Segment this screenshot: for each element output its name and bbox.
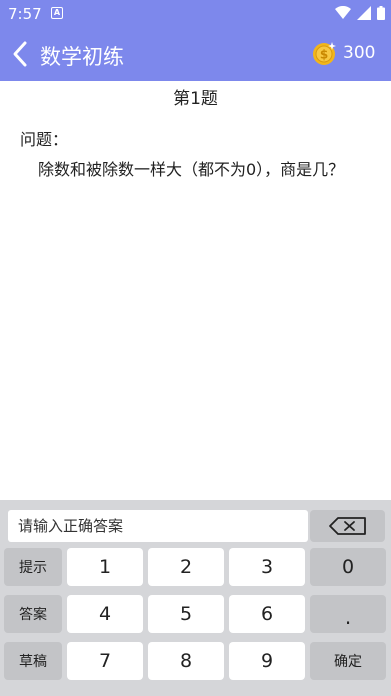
coin-icon: $ xyxy=(313,42,336,65)
coin-count: 300 xyxy=(343,43,376,63)
key-1[interactable]: 1 xyxy=(67,548,143,586)
battery-icon xyxy=(377,6,385,20)
backspace-icon xyxy=(328,517,366,535)
answer-button[interactable]: 答案 xyxy=(4,595,62,633)
notification-icon: A xyxy=(51,7,63,19)
key-6[interactable]: 6 xyxy=(229,595,305,633)
answer-keypad: 提示 1 2 3 0 答案 4 5 6 . 草稿 7 8 9 确定 xyxy=(0,500,391,696)
key-7[interactable]: 7 xyxy=(67,642,143,680)
hint-button[interactable]: 提示 xyxy=(4,548,62,586)
page-title: 数学初练 xyxy=(40,45,124,69)
question-label: 问题： xyxy=(20,130,69,149)
question-text: 除数和被除数一样大（都不为0），商是几？ xyxy=(38,160,345,179)
app-bar: 数学初练 $ 300 xyxy=(0,27,391,81)
question-number: 第1题 xyxy=(173,89,218,109)
backspace-button[interactable] xyxy=(310,510,385,542)
key-5[interactable]: 5 xyxy=(148,595,224,633)
svg-text:$: $ xyxy=(320,48,328,62)
status-bar: 7:57 A xyxy=(0,0,391,27)
confirm-button[interactable]: 确定 xyxy=(310,642,386,680)
key-3[interactable]: 3 xyxy=(229,548,305,586)
key-4[interactable]: 4 xyxy=(67,595,143,633)
draft-button[interactable]: 草稿 xyxy=(4,642,62,680)
key-8[interactable]: 8 xyxy=(148,642,224,680)
answer-input[interactable] xyxy=(8,510,308,542)
wifi-icon xyxy=(335,6,351,19)
back-arrow-icon[interactable] xyxy=(10,40,30,68)
key-decimal-point[interactable]: . xyxy=(310,595,386,633)
key-9[interactable]: 9 xyxy=(229,642,305,680)
key-2[interactable]: 2 xyxy=(148,548,224,586)
cellular-icon xyxy=(357,6,371,20)
key-0[interactable]: 0 xyxy=(310,548,386,586)
status-time: 7:57 xyxy=(8,5,42,23)
system-icons xyxy=(335,6,385,20)
